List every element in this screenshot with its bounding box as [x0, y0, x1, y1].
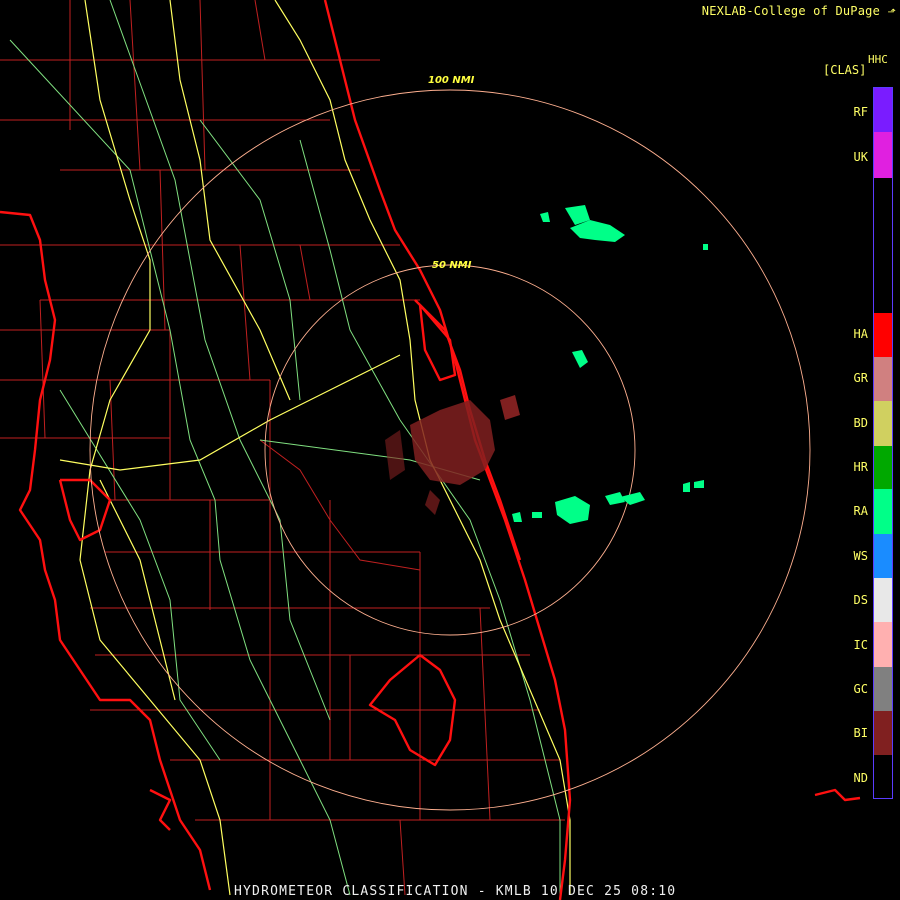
credit-label: NEXLAB-College of DuPage ⬏ [702, 4, 896, 18]
swatch-ws [874, 534, 892, 578]
swatch-bi [874, 711, 892, 755]
swatch-ha [874, 313, 892, 357]
ring-label-100: 100 NMI [428, 75, 475, 86]
product-title: HYDROMETEOR CLASSIFICATION - KMLB 10 DEC… [234, 884, 677, 899]
swatch-bd [874, 401, 892, 446]
swatch-rf [874, 88, 892, 132]
legend-label-gc: GC [853, 682, 868, 696]
external-link-icon: ⬏ [887, 7, 896, 18]
legend-label-ws: WS [853, 549, 868, 563]
swatch-uk [874, 132, 892, 178]
swatch-gc [874, 667, 892, 711]
swatch-gr [874, 357, 892, 401]
legend-label-hr: HR [853, 460, 868, 474]
legend-label-ds: DS [853, 593, 868, 607]
legend-label-bd: BD [853, 416, 868, 430]
legend-label-gr: GR [853, 371, 868, 385]
ring-label-50: 50 NMI [432, 260, 472, 271]
legend-label-bi: BI [853, 726, 868, 740]
swatch-hr [874, 446, 892, 489]
legend-color-bar [873, 87, 893, 799]
rain-echoes [512, 205, 708, 524]
legend-label-ra: RA [853, 504, 868, 518]
swatch-ra [874, 489, 892, 534]
credit-text: NEXLAB-College of DuPage [701, 4, 880, 18]
swatch-ds [874, 578, 892, 622]
legend-label-uk: UK [853, 150, 868, 164]
legend-product: HHC [868, 53, 888, 66]
radar-map: 100 NMI 50 NMI [0, 0, 861, 900]
legend-label-ha: HA [853, 327, 868, 341]
legend-units: [CLAS] [823, 63, 867, 77]
legend-label-ic: IC [853, 638, 868, 652]
legend-label-rf: RF [853, 105, 868, 119]
legend-label-nd: ND [853, 771, 868, 785]
swatch-ic [874, 622, 892, 667]
